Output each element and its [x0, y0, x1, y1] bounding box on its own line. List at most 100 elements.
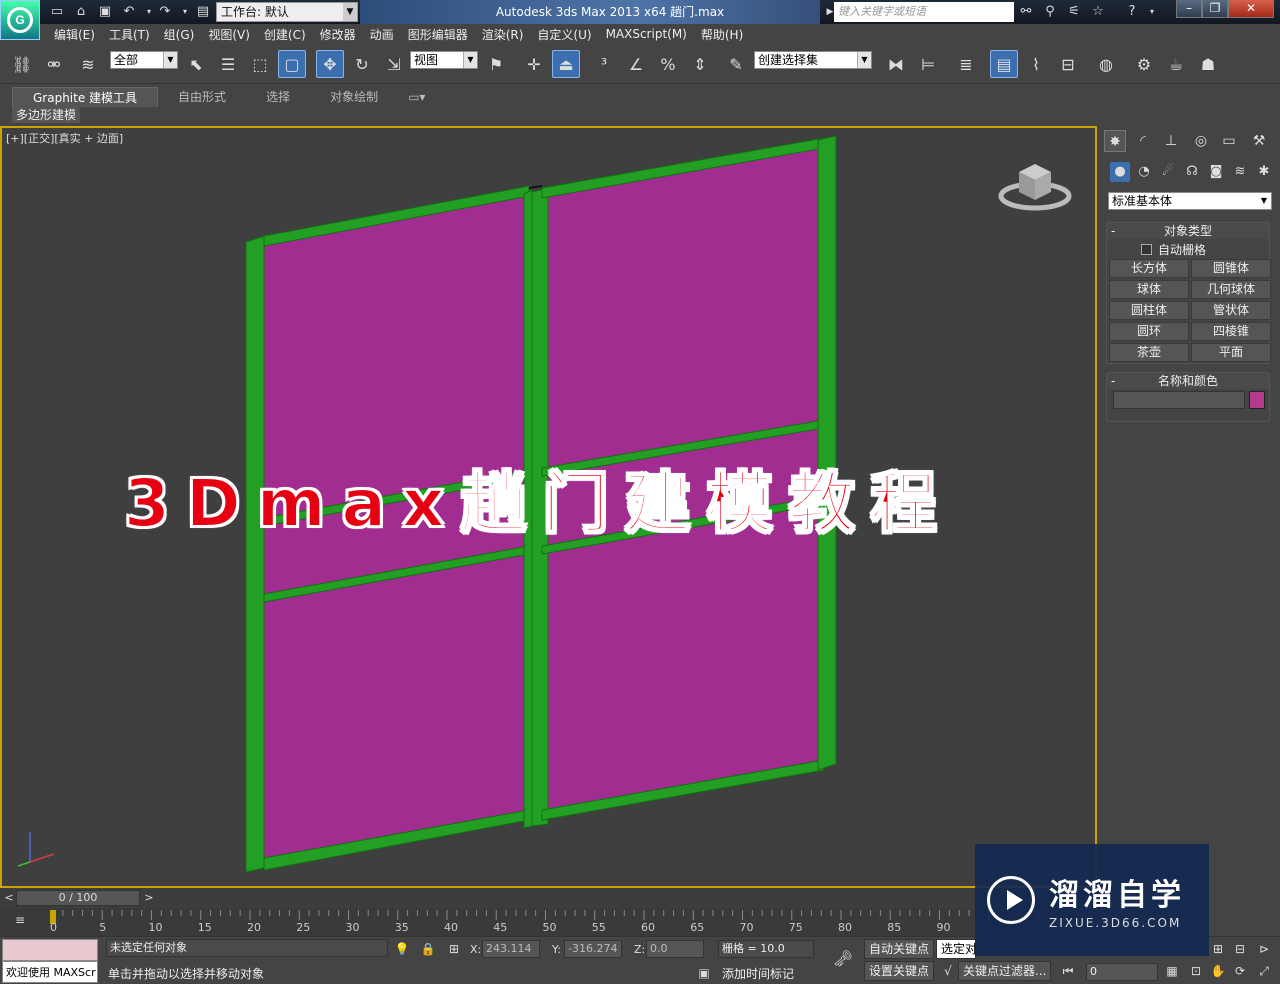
zoom-extents-all-icon[interactable]: ⊟ — [1232, 941, 1248, 957]
object-name-input[interactable] — [1113, 391, 1245, 409]
menu-maxscript[interactable]: MAXScript(M) — [606, 27, 687, 41]
render-production-icon[interactable]: ☗ — [1194, 50, 1222, 78]
viewcube-icon[interactable] — [995, 158, 1075, 218]
maxscript-welcome-text[interactable]: 欢迎使用 MAXScr — [2, 961, 98, 983]
angle-snap-icon[interactable]: ∠ — [622, 50, 650, 78]
tab-freeform[interactable]: 自由形式 — [158, 87, 246, 107]
pivot-center-icon[interactable]: ⚑ — [482, 50, 510, 78]
selection-filter-dropdown[interactable]: 全部 ▼ — [110, 51, 178, 69]
create-tab-icon[interactable]: ✸ — [1104, 130, 1126, 152]
isolate-selection-icon[interactable]: 💡 — [394, 941, 410, 957]
select-object-icon[interactable]: ⬉ — [182, 50, 210, 78]
star-icon[interactable]: ☆ — [1088, 3, 1108, 21]
project-folder-icon[interactable]: ▤ — [194, 3, 212, 21]
hierarchy-tab-icon[interactable]: ⊥ — [1160, 130, 1182, 152]
bind-space-warp-icon[interactable]: ≋ — [74, 50, 102, 78]
track-bar[interactable]: ≡ 0 5 10 15 20 25 30 35 40 45 50 55 60 65 70 75 80 85 90 — [0, 908, 1097, 936]
new-file-icon[interactable]: ▭ — [48, 3, 66, 21]
absolute-mode-icon[interactable]: ⊞ — [446, 941, 462, 957]
object-type-header[interactable]: - 对象类型 — [1107, 223, 1269, 239]
set-key-mode-icon[interactable]: 🗝 — [830, 951, 856, 967]
motion-tab-icon[interactable]: ◎ — [1190, 130, 1212, 152]
satellite-icon[interactable]: ⚟ — [1064, 3, 1084, 21]
menu-help[interactable]: 帮助(H) — [701, 26, 743, 43]
window-crossing-icon[interactable]: ▢ — [278, 50, 306, 78]
tab-object-paint[interactable]: 对象绘制 — [310, 87, 398, 107]
select-and-move-icon[interactable]: ✥ — [316, 50, 344, 78]
maximize-viewport-icon[interactable]: ⤢ — [1256, 963, 1272, 979]
cylinder-button[interactable]: 圆柱体 — [1109, 301, 1189, 320]
box-button[interactable]: 长方体 — [1109, 259, 1189, 278]
redo-dropdown-icon[interactable]: ▾ — [176, 3, 194, 21]
add-time-tag[interactable]: 添加时间标记 — [722, 965, 794, 982]
cone-button[interactable]: 圆锥体 — [1191, 259, 1271, 278]
select-and-rotate-icon[interactable]: ↻ — [348, 50, 376, 78]
menu-modifiers[interactable]: 修改器 — [320, 26, 356, 43]
geosphere-button[interactable]: 几何球体 — [1191, 280, 1271, 299]
systems-icon[interactable]: ✱ — [1254, 162, 1274, 182]
align-icon[interactable]: ⊨ — [914, 50, 942, 78]
primitive-category-dropdown[interactable]: 标准基本体 ▼ — [1108, 192, 1272, 210]
auto-key-button[interactable]: 自动关键点 — [864, 939, 935, 959]
menu-rendering[interactable]: 渲染(R) — [482, 26, 524, 43]
modify-tab-icon[interactable]: ◜ — [1132, 130, 1154, 152]
material-editor-icon[interactable]: ◍ — [1092, 50, 1120, 78]
select-manipulate-icon[interactable]: ✛ — [520, 50, 548, 78]
minimize-button[interactable]: – — [1176, 0, 1202, 18]
curve-editor-icon[interactable]: ⌇ — [1022, 50, 1050, 78]
teapot-button[interactable]: 茶壶 — [1109, 343, 1189, 362]
geometry-icon[interactable]: ● — [1110, 162, 1130, 182]
key-mode-toggle-icon[interactable]: ⏮ — [1060, 963, 1076, 979]
schematic-view-icon[interactable]: ⊟ — [1054, 50, 1082, 78]
viewport-label[interactable]: [+][正交][真实 + 边面] — [6, 130, 123, 146]
redo-icon[interactable]: ↷ — [156, 3, 174, 21]
link-icon[interactable]: ⛓ — [8, 50, 36, 78]
display-tab-icon[interactable]: ▭ — [1218, 130, 1240, 152]
zoom-extents-icon[interactable]: ⊡ — [1188, 963, 1204, 979]
z-coordinate-input[interactable]: 0.0 — [646, 940, 704, 958]
menu-animation[interactable]: 动画 — [370, 26, 394, 43]
set-key-button[interactable]: 设置关键点 — [864, 961, 935, 981]
perspective-viewport[interactable]: [+][正交][真实 + 边面] 3Dmax趟门建模教程 — [0, 126, 1097, 888]
lights-icon[interactable]: ☄ — [1158, 162, 1178, 182]
key-filters-button[interactable]: 关键点过滤器... — [958, 961, 1052, 981]
ribbon-options-icon[interactable]: ▭▾ — [398, 87, 435, 107]
unlink-icon[interactable]: ⚮ — [40, 50, 68, 78]
prev-frame-icon[interactable]: < — [2, 890, 16, 906]
menu-edit[interactable]: 编辑(E) — [54, 26, 95, 43]
keyboard-shortcut-toggle-icon[interactable]: ⏏ — [552, 50, 580, 78]
name-and-color-header[interactable]: - 名称和颜色 — [1107, 373, 1269, 389]
menu-views[interactable]: 视图(V) — [208, 26, 250, 43]
menu-graph-editors[interactable]: 图形编辑器 — [408, 26, 468, 43]
tube-button[interactable]: 管状体 — [1191, 301, 1271, 320]
utilities-tab-icon[interactable]: ⚒ — [1248, 130, 1270, 152]
torus-button[interactable]: 圆环 — [1109, 322, 1189, 341]
binoculars-icon[interactable]: ⚯ — [1016, 3, 1036, 21]
space-warps-icon[interactable]: ≋ — [1230, 162, 1250, 182]
edit-named-selection-icon[interactable]: ✎ — [722, 50, 750, 78]
time-slider-thumb[interactable]: 0 / 100 — [16, 890, 140, 906]
snaps-toggle-icon[interactable]: ³ — [590, 50, 618, 78]
tab-selection[interactable]: 选择 — [246, 87, 310, 107]
select-and-scale-icon[interactable]: ⇲ — [380, 50, 408, 78]
helpers-icon[interactable]: ◙ — [1206, 162, 1226, 182]
key-icon[interactable]: ⚲ — [1040, 3, 1060, 21]
zoom-all-icon[interactable]: ⊞ — [1210, 941, 1226, 957]
key-selection-dropdown[interactable]: 选定对 — [936, 939, 977, 959]
maximize-button[interactable]: ❐ — [1202, 0, 1228, 18]
menu-customize[interactable]: 自定义(U) — [537, 26, 591, 43]
graphite-toggle-icon[interactable]: ▤ — [990, 50, 1018, 78]
shapes-icon[interactable]: ◔ — [1134, 162, 1154, 182]
help-icon[interactable]: ? — [1122, 3, 1142, 21]
help-search-input[interactable]: 键入关键字或短语 — [834, 2, 1014, 22]
close-button[interactable]: ✕ — [1228, 0, 1274, 18]
layer-manager-icon[interactable]: ≣ — [952, 50, 980, 78]
mirror-icon[interactable]: ⧓ — [882, 50, 910, 78]
render-setup-icon[interactable]: ⚙ — [1130, 50, 1158, 78]
time-tag-icon[interactable]: ▣ — [696, 965, 712, 981]
select-by-name-icon[interactable]: ☰ — [214, 50, 242, 78]
tab-graphite-modeling[interactable]: Graphite 建模工具 — [12, 87, 159, 107]
plane-button[interactable]: 平面 — [1191, 343, 1271, 362]
rendered-frame-window-icon[interactable]: ☕ — [1162, 50, 1190, 78]
menu-group[interactable]: 组(G) — [164, 26, 195, 43]
